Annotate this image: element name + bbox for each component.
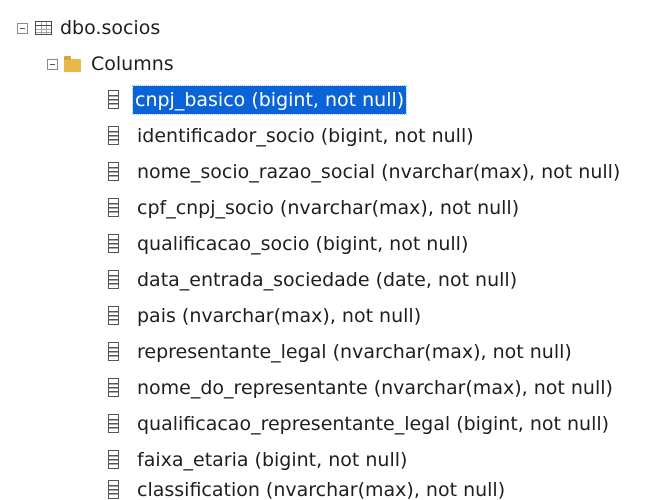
column-icon [108,414,119,433]
collapse-toggle-icon[interactable] [47,59,58,70]
column-label: faixa_etaria (bigint, not null) [137,449,408,471]
columns-folder-label: Columns [91,53,174,75]
column-node[interactable]: qualificacao_socio (bigint, not null) [0,230,670,258]
column-node[interactable]: nome_socio_razao_social (nvarchar(max), … [0,158,670,186]
column-label: classification (nvarchar(max), not null) [137,479,506,500]
column-icon [108,306,119,325]
table-node-socios[interactable]: dbo.socios [0,14,220,42]
column-node[interactable]: faixa_etaria (bigint, not null) [0,446,670,474]
columns-folder-node[interactable]: Columns [0,50,220,78]
column-label: cnpj_basico (bigint, not null) [131,85,408,115]
column-icon [108,270,119,289]
column-icon [108,342,119,361]
column-icon [108,126,119,145]
column-label: identificador_socio (bigint, not null) [137,125,474,147]
column-label: cpf_cnpj_socio (nvarchar(max), not null) [137,197,520,219]
column-icon [108,378,119,397]
column-icon [108,90,119,109]
table-icon [35,21,52,35]
column-label: nome_socio_razao_social (nvarchar(max), … [137,161,621,183]
column-node[interactable]: classification (nvarchar(max), not null) [0,476,670,500]
column-label: pais (nvarchar(max), not null) [137,305,422,327]
column-icon [108,450,119,469]
column-node[interactable]: identificador_socio (bigint, not null) [0,122,670,150]
column-node[interactable]: cnpj_basico (bigint, not null) [0,85,670,115]
column-label: nome_do_representante (nvarchar(max), no… [137,377,613,399]
folder-icon [64,56,81,72]
column-label: representante_legal (nvarchar(max), not … [137,341,572,363]
object-explorer-tree: dbo.socios Columns cnpj_basico (bigint, … [0,0,670,500]
collapse-toggle-icon[interactable] [17,23,28,34]
column-node[interactable]: representante_legal (nvarchar(max), not … [0,338,670,366]
column-label: qualificacao_representante_legal (bigint… [137,413,610,435]
column-icon [108,198,119,217]
column-label: data_entrada_sociedade (date, not null) [137,269,518,291]
column-node[interactable]: qualificacao_representante_legal (bigint… [0,410,670,438]
column-icon [108,480,119,499]
column-label: qualificacao_socio (bigint, not null) [137,233,469,255]
column-icon [108,234,119,253]
table-name-label: dbo.socios [60,17,161,39]
column-node[interactable]: cpf_cnpj_socio (nvarchar(max), not null) [0,194,670,222]
column-node[interactable]: data_entrada_sociedade (date, not null) [0,266,670,294]
column-icon [108,162,119,181]
column-node[interactable]: pais (nvarchar(max), not null) [0,302,670,330]
column-node[interactable]: nome_do_representante (nvarchar(max), no… [0,374,670,402]
